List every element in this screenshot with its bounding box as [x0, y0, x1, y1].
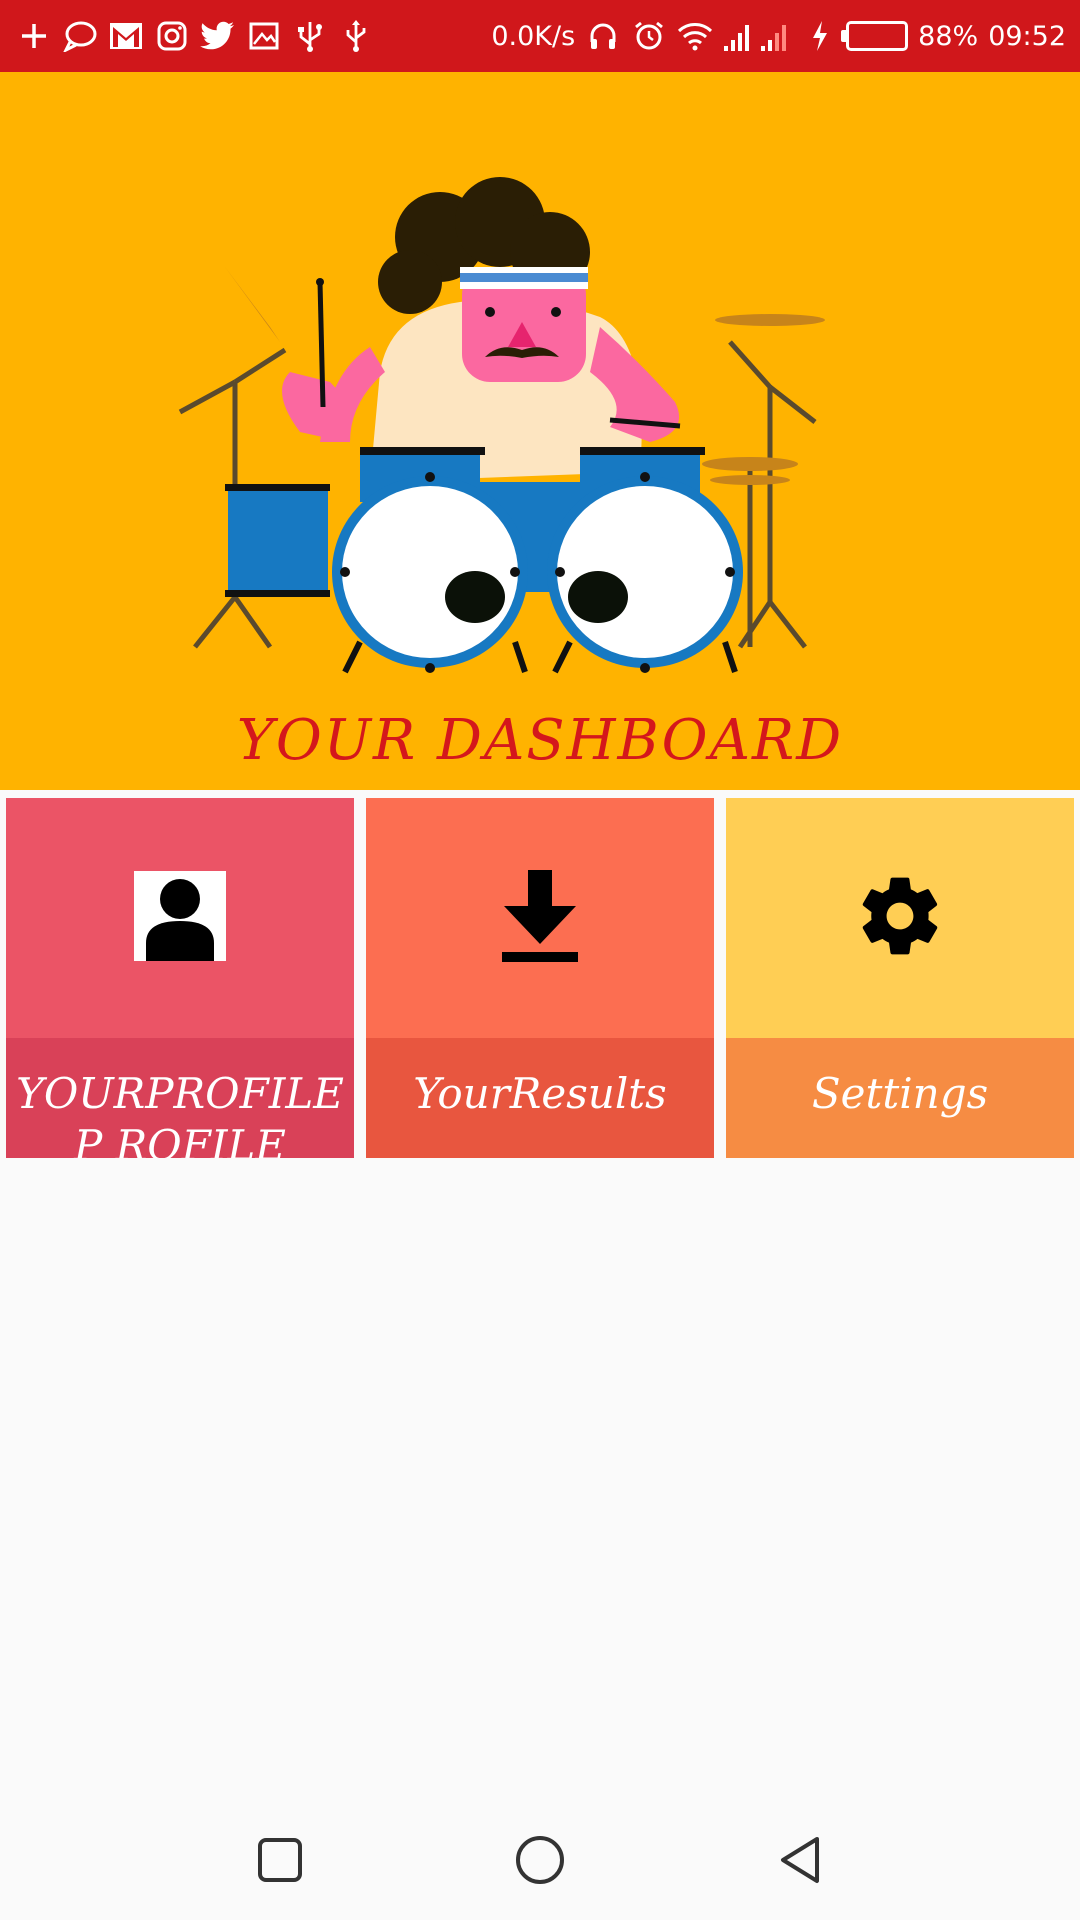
drummer-illustration — [178, 177, 825, 674]
page-title: YOUR DASHBOARD — [236, 708, 844, 773]
battery-percent: 88% — [918, 20, 979, 52]
status-bar: 0.0K/s 88% 09:52 — [0, 0, 1080, 72]
back-icon[interactable] — [760, 1820, 840, 1900]
dashboard-tiles: YOURPROFILEP ROFILE YourResults Settings — [6, 798, 1074, 1158]
usb-icon — [338, 18, 374, 54]
signal-icon — [723, 18, 799, 54]
settings-tile-label: Settings — [811, 1069, 989, 1118]
results-tile[interactable]: YourResults — [366, 798, 714, 1158]
chat-bubble-icon — [62, 18, 98, 54]
charging-icon — [809, 18, 831, 54]
twitter-icon — [200, 18, 236, 54]
profile-tile-label: YOURPROFILEP ROFILE — [16, 1069, 344, 1158]
profile-tile[interactable]: YOURPROFILEP ROFILE — [6, 798, 354, 1158]
tile-label-area: Settings — [726, 1038, 1074, 1158]
system-status: 0.0K/s 88% 09:52 — [491, 18, 1066, 54]
navigation-bar — [0, 1800, 1080, 1920]
tile-icon-area — [726, 798, 1074, 1038]
tile-label-area: YOURPROFILEP ROFILE — [6, 1038, 354, 1158]
gmail-icon — [108, 18, 144, 54]
tile-label-area: YourResults — [366, 1038, 714, 1158]
wifi-icon — [677, 18, 713, 54]
profile-icon — [134, 871, 226, 965]
tile-icon-area — [6, 798, 354, 1038]
usb-icon — [292, 18, 328, 54]
network-speed: 0.0K/s — [491, 20, 576, 52]
tile-icon-area — [366, 798, 714, 1038]
screenshot-icon — [246, 18, 282, 54]
clock: 09:52 — [988, 20, 1066, 52]
plus-icon — [16, 18, 52, 54]
notification-icons — [16, 18, 374, 54]
recent-apps-icon[interactable] — [240, 1820, 320, 1900]
home-icon[interactable] — [500, 1820, 580, 1900]
headphones-icon — [585, 18, 621, 54]
settings-tile[interactable]: Settings — [726, 798, 1074, 1158]
gear-icon — [854, 870, 946, 966]
results-tile-label: YourResults — [413, 1069, 667, 1118]
download-icon — [500, 870, 580, 966]
dashboard-hero: YOUR DASHBOARD — [0, 72, 1080, 790]
instagram-icon — [154, 18, 190, 54]
alarm-icon — [631, 18, 667, 54]
battery-icon — [841, 21, 909, 51]
